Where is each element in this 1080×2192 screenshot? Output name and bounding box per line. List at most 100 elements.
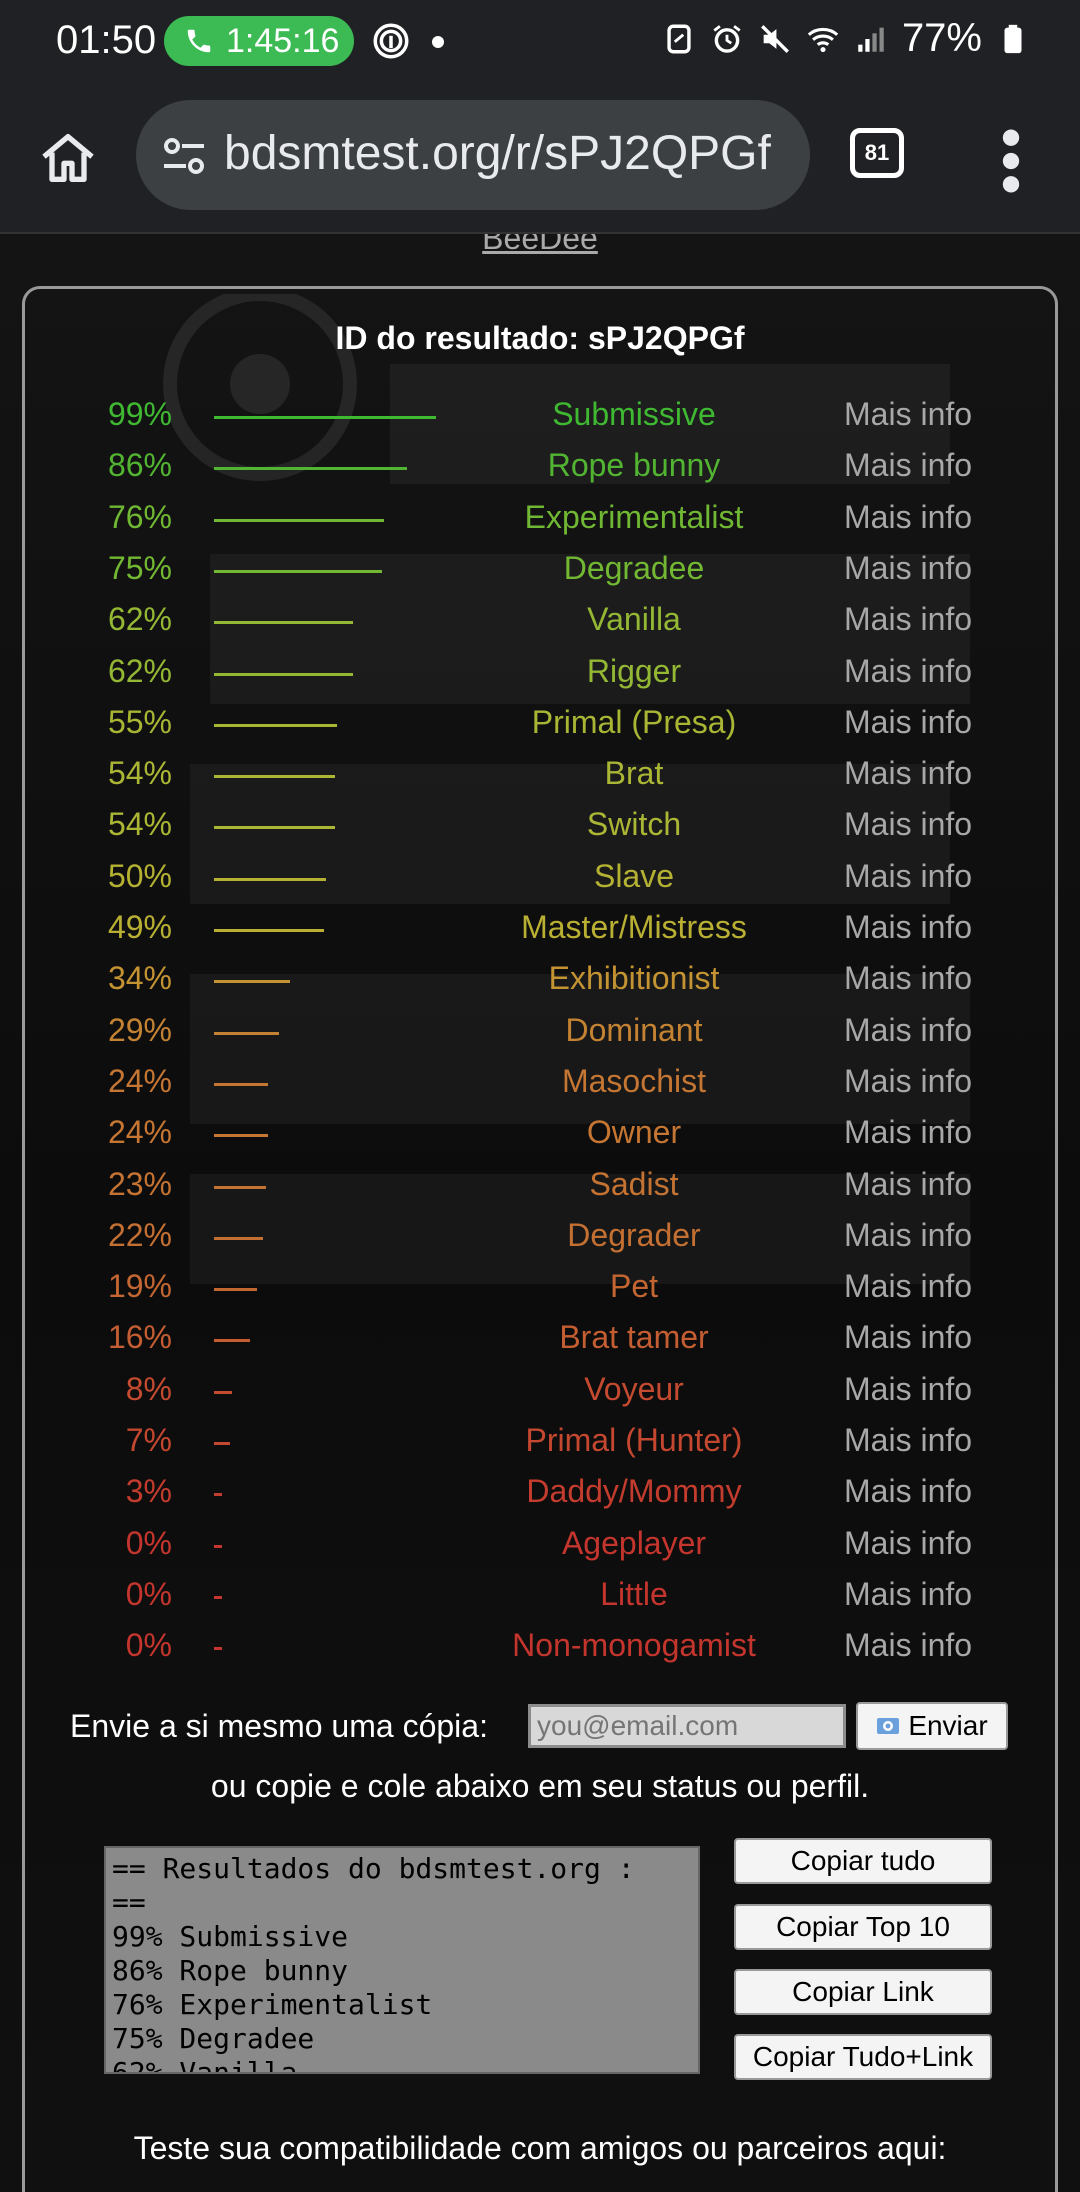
result-percent: 62% bbox=[107, 652, 172, 689]
results-textarea[interactable]: == Resultados do bdsmtest.org : == 99% S… bbox=[104, 1846, 700, 2074]
copy-all-button[interactable]: Copiar tudo bbox=[734, 1838, 992, 1884]
more-info-link[interactable]: Mais info bbox=[844, 704, 972, 741]
result-row: 75% Degradee Mais info bbox=[0, 550, 1080, 601]
more-info-link[interactable]: Mais info bbox=[844, 858, 972, 895]
status-bar: 01:50 1:45:16 77% bbox=[0, 0, 1080, 86]
more-info-link[interactable]: Mais info bbox=[844, 447, 972, 484]
result-row: 16% Brat tamer Mais info bbox=[0, 1319, 1080, 1370]
result-bar bbox=[214, 1442, 230, 1445]
result-name: Submissive bbox=[552, 396, 716, 432]
result-bar bbox=[214, 1595, 222, 1599]
result-percent: 62% bbox=[107, 601, 172, 638]
result-percent: 54% bbox=[107, 806, 172, 843]
more-info-link[interactable]: Mais info bbox=[844, 1473, 972, 1510]
address-bar[interactable]: bdsmtest.org/r/sPJ2QPGf bbox=[136, 100, 810, 210]
more-info-link[interactable]: Mais info bbox=[844, 1063, 972, 1100]
more-info-link[interactable]: Mais info bbox=[844, 1114, 972, 1151]
result-percent: 19% bbox=[107, 1268, 172, 1305]
result-name: Vanilla bbox=[587, 601, 681, 638]
result-bar bbox=[214, 1493, 222, 1497]
site-settings-icon[interactable] bbox=[160, 134, 208, 178]
status-time: 01:50 bbox=[56, 18, 157, 62]
more-info-link[interactable]: Mais info bbox=[844, 1371, 972, 1408]
more-info-link[interactable]: Mais info bbox=[844, 1012, 972, 1049]
more-info-link[interactable]: Mais info bbox=[844, 806, 972, 843]
result-percent: 24% bbox=[107, 1062, 172, 1099]
result-bar bbox=[214, 980, 291, 984]
result-row: 86% Rope bunny Mais info bbox=[0, 447, 1080, 498]
more-info-link[interactable]: Mais info bbox=[844, 960, 972, 997]
compatibility-prompt: Teste sua compatibilidade com amigos ou … bbox=[133, 2130, 947, 2166]
result-row: 23% Sadist Mais info bbox=[0, 1166, 1080, 1217]
more-info-link[interactable]: Mais info bbox=[844, 1576, 972, 1613]
username-link[interactable]: BeeDee bbox=[0, 234, 1080, 257]
result-name: Brat tamer bbox=[559, 1319, 709, 1356]
result-row: 99% Submissive Mais info bbox=[0, 396, 1080, 447]
wifi-icon bbox=[807, 27, 839, 52]
result-name: Sadist bbox=[589, 1165, 679, 1202]
more-info-link[interactable]: Mais info bbox=[844, 755, 972, 792]
result-bar bbox=[214, 775, 335, 779]
more-info-link[interactable]: Mais info bbox=[844, 550, 972, 587]
ongoing-call-chip[interactable]: 1:45:16 bbox=[164, 16, 354, 66]
alarm-icon bbox=[713, 24, 741, 53]
email-icon bbox=[877, 1718, 900, 1734]
notification-dot bbox=[432, 36, 444, 48]
result-bar bbox=[214, 1185, 266, 1189]
result-bar bbox=[214, 1288, 257, 1292]
more-info-link[interactable]: Mais info bbox=[844, 1166, 972, 1203]
result-percent: 23% bbox=[107, 1165, 172, 1202]
fingerprint-icon bbox=[373, 23, 409, 59]
result-percent: 0% bbox=[125, 1627, 172, 1664]
result-row: 22% Degrader Mais info bbox=[0, 1217, 1080, 1268]
result-row: 29% Dominant Mais info bbox=[0, 1012, 1080, 1063]
result-percent: 99% bbox=[107, 396, 172, 432]
result-name: Switch bbox=[586, 806, 682, 843]
more-info-link[interactable]: Mais info bbox=[844, 601, 972, 638]
result-row: 76% Experimentalist Mais info bbox=[0, 499, 1080, 550]
signal-icon bbox=[858, 27, 884, 52]
result-row: 62% Vanilla Mais info bbox=[0, 601, 1080, 652]
result-name: Degradee bbox=[563, 549, 705, 586]
home-icon[interactable] bbox=[36, 126, 100, 190]
result-bar bbox=[214, 929, 324, 932]
result-bar bbox=[214, 672, 353, 676]
result-percent: 76% bbox=[107, 498, 172, 535]
email-input[interactable] bbox=[528, 1704, 846, 1748]
result-name: Brat bbox=[604, 755, 664, 792]
more-info-link[interactable]: Mais info bbox=[844, 1319, 972, 1356]
result-name: Pet bbox=[609, 1268, 659, 1305]
tab-switcher-button[interactable]: 81 bbox=[850, 128, 904, 178]
result-row: 0% Little Mais info bbox=[0, 1576, 1080, 1627]
url-text[interactable]: bdsmtest.org/r/sPJ2QPGf bbox=[224, 126, 771, 181]
send-button[interactable]: Enviar bbox=[856, 1702, 1008, 1750]
result-percent: 7% bbox=[125, 1422, 172, 1458]
result-row: 54% Brat Mais info bbox=[0, 755, 1080, 806]
result-bar bbox=[214, 723, 338, 727]
more-info-link[interactable]: Mais info bbox=[844, 396, 972, 433]
result-percent: 29% bbox=[107, 1011, 172, 1048]
more-info-link[interactable]: Mais info bbox=[844, 1422, 972, 1459]
result-name: Dominant bbox=[565, 1011, 703, 1048]
result-bar bbox=[214, 1236, 264, 1240]
more-info-link[interactable]: Mais info bbox=[844, 499, 972, 536]
result-row: 34% Exhibitionist Mais info bbox=[0, 960, 1080, 1011]
result-name: Little bbox=[600, 1575, 668, 1612]
more-menu-icon[interactable] bbox=[996, 126, 1026, 196]
copy-top10-button[interactable]: Copiar Top 10 bbox=[734, 1904, 992, 1950]
more-info-link[interactable]: Mais info bbox=[844, 909, 972, 946]
result-percent: 34% bbox=[107, 960, 172, 997]
more-info-link[interactable]: Mais info bbox=[844, 1627, 972, 1664]
email-form: Envie a si mesmo uma cópia: Enviar bbox=[0, 1702, 1080, 1752]
copy-link-button[interactable]: Copiar Link bbox=[734, 1969, 992, 2015]
more-info-link[interactable]: Mais info bbox=[844, 653, 972, 690]
more-info-link[interactable]: Mais info bbox=[844, 1217, 972, 1254]
result-row: 3% Daddy/Mommy Mais info bbox=[0, 1473, 1080, 1524]
copy-instructions: ou copie e cole abaixo em seu status ou … bbox=[210, 1768, 870, 1804]
copy-all-link-button[interactable]: Copiar Tudo+Link bbox=[734, 2034, 992, 2080]
result-bar bbox=[214, 1544, 222, 1548]
more-info-link[interactable]: Mais info bbox=[844, 1268, 972, 1305]
result-percent: 50% bbox=[107, 857, 172, 894]
result-percent: 8% bbox=[125, 1370, 172, 1407]
more-info-link[interactable]: Mais info bbox=[844, 1525, 972, 1562]
